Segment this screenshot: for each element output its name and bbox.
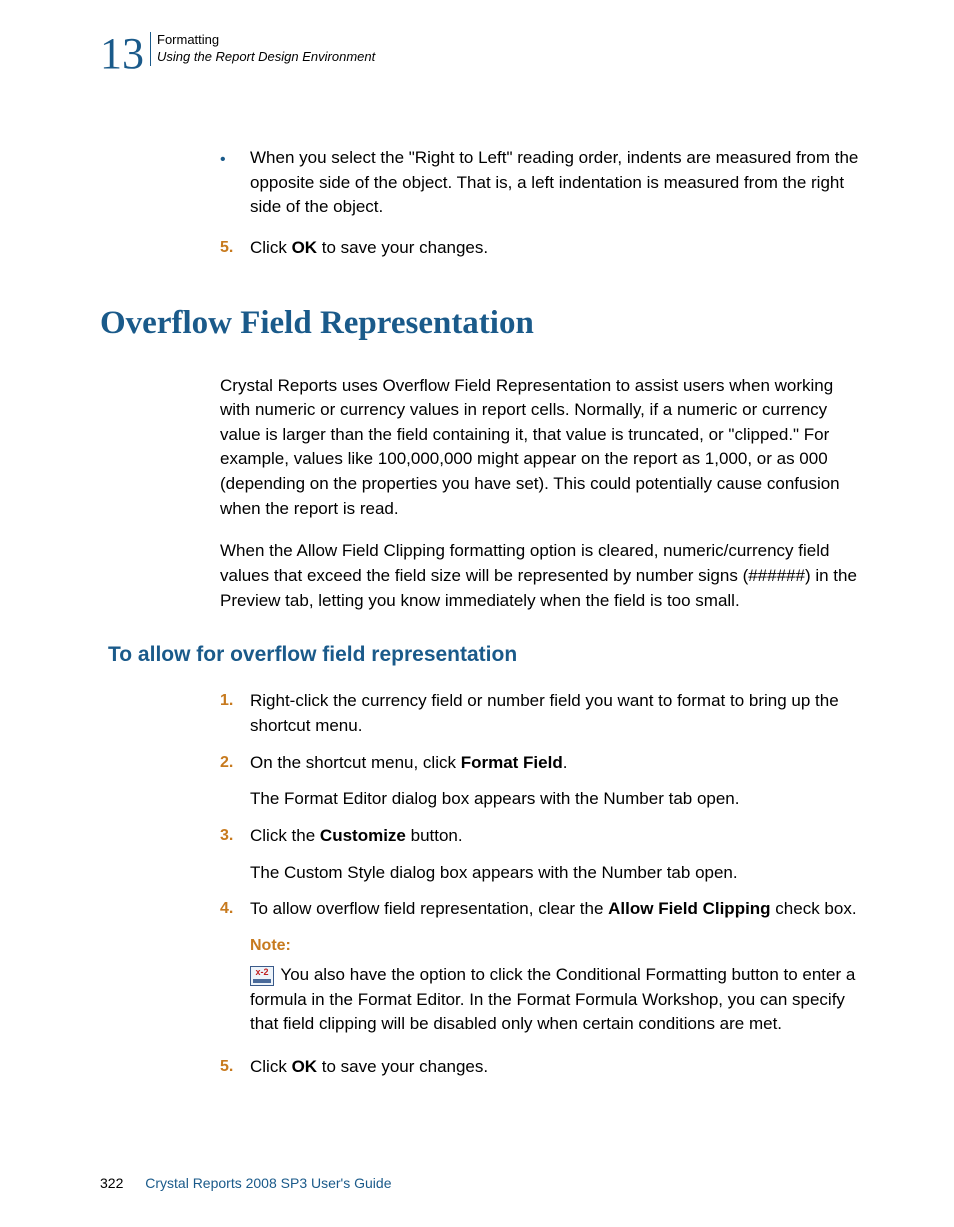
heading-to-allow-overflow: To allow for overflow field representati… [108,643,864,667]
note-text: You also have the option to click the Co… [250,965,855,1033]
step-2: 2. On the shortcut menu, click Format Fi… [220,751,864,776]
chapter-title: Formatting [157,32,375,49]
step-4: 4. To allow overflow field representatio… [220,897,864,922]
note-label: Note: [250,934,864,957]
step-number: 5. [220,1055,250,1080]
page-footer: 322 Crystal Reports 2008 SP3 User's Guid… [100,1175,391,1191]
step-number: 4. [220,897,250,922]
footer-doc-title: Crystal Reports 2008 SP3 User's Guide [145,1175,391,1191]
step-number: 1. [220,689,250,738]
page-number: 322 [100,1175,123,1191]
step-3-sub: The Custom Style dialog box appears with… [250,861,864,886]
step-3: 3. Click the Customize button. [220,824,864,849]
page-header: 13 Formatting Using the Report Design En… [100,32,864,76]
header-text-block: Formatting Using the Report Design Envir… [150,32,375,66]
step-text: Click OK to save your changes. [250,236,864,261]
note-body: x-2 You also have the option to click th… [250,963,864,1037]
section-title: Using the Report Design Environment [157,49,375,66]
step-text: Right-click the currency field or number… [250,689,864,738]
step-number: 5. [220,236,250,261]
step-text: On the shortcut menu, click Format Field… [250,751,864,776]
step-text: To allow overflow field representation, … [250,897,864,922]
step-1: 1. Right-click the currency field or num… [220,689,864,738]
step-2-sub: The Format Editor dialog box appears wit… [250,787,864,812]
step-5: 5. Click OK to save your changes. [220,1055,864,1080]
paragraph-1: Crystal Reports uses Overflow Field Repr… [220,374,864,522]
bullet-item: • When you select the "Right to Left" re… [220,146,864,220]
step-text: Click the Customize button. [250,824,864,849]
step-5-top: 5. Click OK to save your changes. [220,236,864,261]
step-number: 3. [220,824,250,849]
conditional-formatting-icon: x-2 [250,966,274,986]
chapter-number: 13 [100,32,144,76]
paragraph-2: When the Allow Field Clipping formatting… [220,539,864,613]
bullet-text: When you select the "Right to Left" read… [250,146,864,220]
bullet-marker: • [220,146,250,220]
step-text: Click OK to save your changes. [250,1055,864,1080]
heading-overflow-field-representation: Overflow Field Representation [100,305,864,342]
step-number: 2. [220,751,250,776]
note-block: Note: x-2 You also have the option to cl… [250,934,864,1037]
